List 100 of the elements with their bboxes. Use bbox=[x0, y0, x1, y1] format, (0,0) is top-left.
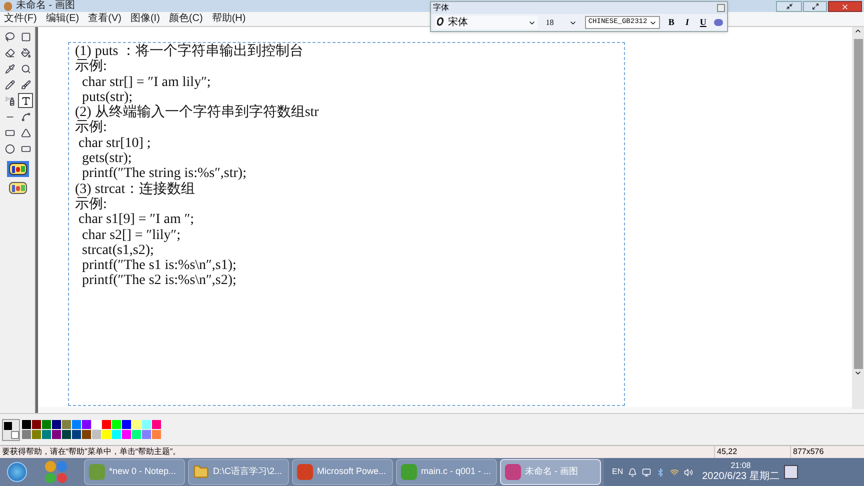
canvas-text-line: char s2[] = ″lily″; bbox=[81, 228, 180, 243]
color-swatch[interactable] bbox=[92, 420, 101, 429]
close-icon bbox=[841, 2, 849, 10]
app-icon bbox=[401, 464, 417, 480]
app-launcher-icon[interactable] bbox=[45, 461, 67, 483]
canvas-text-line: char str[] = ″I am lily″; bbox=[81, 74, 211, 90]
vertical-scrollbar[interactable] bbox=[852, 27, 864, 409]
text-background-option[interactable] bbox=[6, 180, 28, 196]
bluetooth-icon bbox=[656, 468, 666, 476]
color-swatch[interactable] bbox=[122, 430, 131, 439]
color-swatch[interactable] bbox=[82, 420, 91, 429]
color-swatch[interactable] bbox=[72, 430, 81, 439]
eraser-icon bbox=[4, 48, 14, 58]
scroll-thumb[interactable] bbox=[854, 39, 862, 369]
polygon-icon bbox=[20, 128, 30, 138]
color-swatch[interactable] bbox=[32, 420, 41, 429]
color-swatch[interactable] bbox=[152, 420, 161, 429]
color-swatch[interactable] bbox=[122, 420, 131, 429]
color-swatch[interactable] bbox=[32, 430, 41, 439]
font-toolbar-title: 字体 bbox=[433, 3, 449, 13]
color-swatch[interactable] bbox=[22, 430, 31, 439]
color-swatch[interactable] bbox=[152, 430, 161, 439]
tool-button[interactable] bbox=[18, 93, 33, 108]
show-desktop-button[interactable] bbox=[784, 465, 798, 479]
curve-icon bbox=[20, 112, 30, 122]
shapes-icon bbox=[8, 182, 26, 194]
color-swatch[interactable] bbox=[42, 430, 51, 439]
menu-item[interactable]: 文件(F) bbox=[4, 12, 37, 26]
color-swatch[interactable] bbox=[102, 420, 111, 429]
color-swatch[interactable] bbox=[72, 420, 81, 429]
fill-icon bbox=[20, 48, 30, 58]
format-button[interactable]: U bbox=[698, 16, 708, 30]
app-icon bbox=[297, 464, 313, 480]
color-swatch[interactable] bbox=[62, 430, 71, 439]
canvas-text-line: (3) strcat：连接数组 bbox=[75, 182, 196, 197]
scroll-up-icon bbox=[854, 27, 862, 35]
size-dropdown[interactable]: 18 bbox=[544, 16, 580, 29]
monitor-icon bbox=[642, 468, 652, 476]
color-swatch[interactable] bbox=[92, 430, 101, 439]
magnifier-icon bbox=[20, 64, 30, 74]
color-selector[interactable] bbox=[2, 418, 20, 440]
canvas-text-line: printf(″The s2 is:%s\n″,s2); bbox=[81, 273, 236, 289]
color-swatch[interactable] bbox=[112, 430, 121, 439]
color-swatch[interactable] bbox=[112, 420, 121, 429]
brush-icon bbox=[20, 80, 30, 90]
bell-icon bbox=[628, 468, 638, 476]
canvas-text-line: strcat(s1,s2); bbox=[81, 242, 154, 258]
menu-item[interactable]: 图像(I) bbox=[130, 12, 160, 26]
color-swatch[interactable] bbox=[52, 430, 61, 439]
close-button[interactable] bbox=[828, 1, 862, 12]
color-swatch[interactable] bbox=[142, 420, 151, 429]
color-swatch[interactable] bbox=[102, 430, 111, 439]
clock-date[interactable]: 2020/6/23 星期二 bbox=[702, 471, 780, 483]
network-icon bbox=[670, 468, 680, 476]
color-swatch[interactable] bbox=[42, 420, 51, 429]
color-swatch[interactable] bbox=[132, 430, 141, 439]
window-title: 未命名 - 画图 bbox=[16, 0, 75, 12]
font-dropdown[interactable]: 宋体 bbox=[435, 16, 538, 29]
minimize-button[interactable] bbox=[776, 1, 802, 12]
picker-icon bbox=[4, 64, 14, 74]
shapes-icon bbox=[8, 163, 26, 175]
windows-logo-icon bbox=[7, 462, 27, 482]
maximize-button[interactable] bbox=[803, 1, 827, 12]
canvas-text-line: printf(″The s1 is:%s\n″,s1); bbox=[81, 258, 236, 274]
color-swatch[interactable] bbox=[52, 420, 61, 429]
color-swatch[interactable] bbox=[142, 430, 151, 439]
canvas-text-line: (2) 从终端输入一个字符串到字符数组str bbox=[75, 105, 319, 120]
canvas-text-line: gets(str); bbox=[81, 151, 132, 166]
canvas-text-line: puts(str); bbox=[81, 90, 133, 105]
menu-item[interactable]: 帮助(H) bbox=[212, 12, 246, 26]
canvas-text-line: char s1[9] = ″I am ″; bbox=[78, 212, 194, 228]
format-button[interactable]: I bbox=[682, 16, 692, 30]
rectangle-icon bbox=[4, 128, 14, 138]
folder-icon bbox=[193, 464, 209, 480]
canvas-text-line: 示例: bbox=[75, 120, 107, 136]
menu-item[interactable]: 编辑(E) bbox=[46, 12, 80, 26]
canvas-text-line: 示例: bbox=[75, 59, 107, 75]
app-icon bbox=[89, 464, 105, 480]
menu-item[interactable]: 查看(V) bbox=[88, 12, 122, 26]
color-swatch[interactable] bbox=[22, 420, 31, 429]
canvas-text-line: printf(″The string is:%s″,str); bbox=[81, 166, 246, 182]
language-indicator[interactable]: EN bbox=[612, 466, 624, 478]
minimize-icon bbox=[786, 3, 792, 10]
app-icon bbox=[505, 464, 521, 480]
format-button[interactable]: B bbox=[666, 16, 676, 30]
close-button[interactable] bbox=[717, 4, 725, 12]
menu-item[interactable]: 颜色(C) bbox=[168, 12, 203, 26]
rounded-rect-icon bbox=[20, 144, 30, 154]
ellipse-icon bbox=[4, 144, 14, 154]
text-background-option[interactable] bbox=[6, 161, 28, 177]
color-swatch[interactable] bbox=[82, 430, 91, 439]
color-swatch[interactable] bbox=[62, 420, 71, 429]
color-swatch[interactable] bbox=[132, 420, 141, 429]
select-free-icon bbox=[4, 32, 14, 42]
canvas-text-line: 示例: bbox=[75, 196, 107, 212]
text-box[interactable] bbox=[68, 42, 625, 406]
paint-app-icon bbox=[4, 2, 12, 10]
maximize-icon bbox=[812, 3, 818, 10]
canvas-text-line: (1) puts ：将一个字符串输出到控制台 bbox=[75, 44, 304, 59]
clock-time[interactable]: 21:08 bbox=[730, 461, 751, 471]
